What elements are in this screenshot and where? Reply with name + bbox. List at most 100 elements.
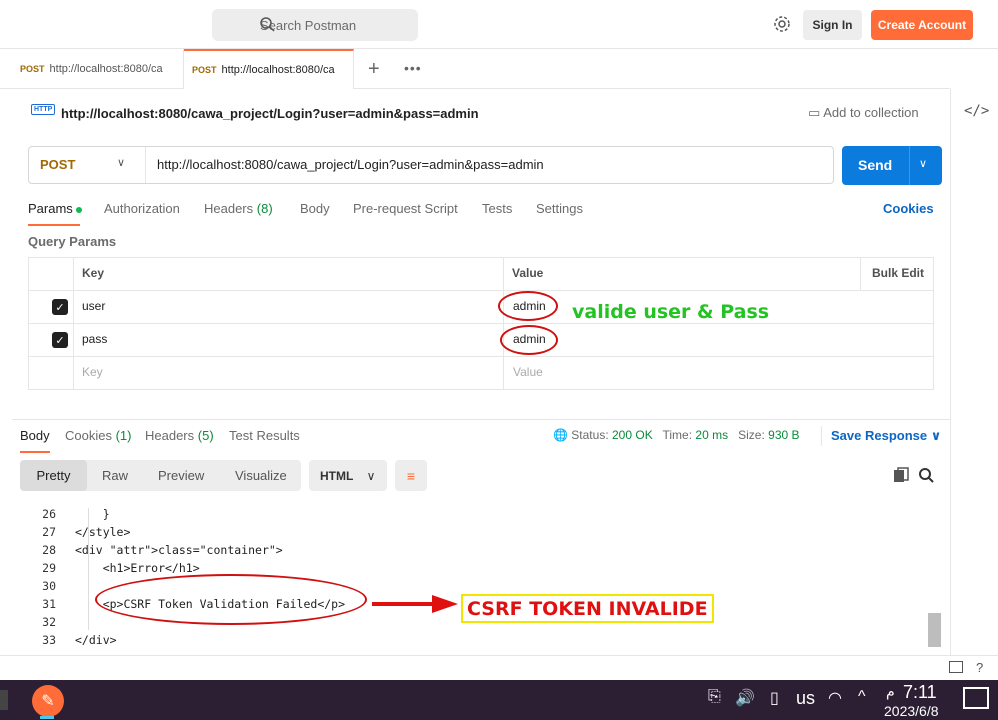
- chevron-down-icon: ∨: [930, 428, 942, 443]
- param-checkbox[interactable]: ✓: [52, 299, 68, 315]
- view-visualize[interactable]: Visualize: [235, 460, 287, 491]
- annotation-valid-credentials: valide user & Pass: [572, 301, 770, 323]
- clock-time[interactable]: 7:11: [903, 682, 937, 703]
- tab-response-cookies[interactable]: Cookies (1): [65, 428, 131, 443]
- highlight-circle: [498, 291, 558, 321]
- divider: [503, 257, 504, 390]
- format-label: HTML: [320, 468, 354, 483]
- tab-settings[interactable]: Settings: [536, 201, 583, 216]
- time-value: 20 ms: [695, 428, 729, 442]
- tab-tests[interactable]: Tests: [482, 201, 512, 216]
- tab-headers-label: Headers: [204, 201, 254, 216]
- add-to-collection-button[interactable]: ▭ Add to collection: [808, 105, 919, 121]
- view-pretty[interactable]: Pretty: [20, 460, 87, 491]
- view-preview[interactable]: Preview: [158, 460, 204, 491]
- search-icon[interactable]: [918, 467, 934, 483]
- chevron-down-icon[interactable]: ∨: [919, 157, 927, 170]
- param-key[interactable]: pass: [82, 332, 107, 346]
- tab-method: POST: [20, 64, 45, 74]
- code-line: <h1>Error</h1>: [75, 561, 200, 575]
- status-label: Status:: [571, 428, 609, 442]
- column-header-value: Value: [512, 266, 544, 280]
- status-value: 200 OK: [612, 428, 653, 442]
- url-input[interactable]: http://localhost:8080/cawa_project/Login…: [157, 157, 544, 172]
- headers-count: (5): [197, 428, 214, 443]
- divider: [145, 147, 146, 183]
- code-line: </div>: [75, 633, 117, 647]
- wifi-icon[interactable]: ◠: [828, 688, 842, 708]
- tab-test-results[interactable]: Test Results: [229, 428, 300, 443]
- scrollbar-thumb[interactable]: [928, 613, 941, 647]
- cookies-label: Cookies: [65, 428, 112, 443]
- copy-icon[interactable]: [893, 467, 909, 483]
- params-active-dot: [75, 206, 82, 213]
- http-icon: HTTP: [31, 104, 56, 115]
- param-checkbox[interactable]: ✓: [52, 332, 68, 348]
- line-number: 27: [42, 525, 56, 539]
- divider: [821, 426, 822, 446]
- volume-icon[interactable]: 🔊: [735, 688, 755, 708]
- param-key[interactable]: user: [82, 299, 105, 313]
- view-raw[interactable]: Raw: [102, 460, 128, 491]
- line-number: 30: [42, 579, 56, 593]
- tab-params[interactable]: Params: [28, 201, 82, 216]
- tab-body[interactable]: Body: [300, 201, 330, 216]
- sign-in-button[interactable]: Sign In: [803, 10, 862, 40]
- request-tab-active[interactable]: POST http://localhost:8080/ca: [184, 49, 354, 89]
- size-label: Size:: [738, 428, 765, 442]
- clock-ampm: م: [886, 683, 895, 699]
- code-line: </style>: [75, 525, 131, 539]
- new-param-key[interactable]: Key: [82, 365, 103, 379]
- column-header-key: Key: [82, 266, 105, 280]
- save-response-button[interactable]: Save Response ∨: [831, 428, 941, 444]
- right-sidebar: [950, 89, 998, 655]
- tab-method: POST: [192, 65, 217, 75]
- code-snippet-icon[interactable]: </>: [964, 103, 989, 119]
- postman-app-icon[interactable]: ✎: [32, 685, 64, 717]
- line-number: 26: [42, 507, 56, 521]
- help-icon[interactable]: ?: [976, 660, 983, 675]
- layout-icon[interactable]: [949, 661, 963, 673]
- chevron-up-icon[interactable]: ^: [858, 688, 866, 706]
- line-number: 33: [42, 633, 56, 647]
- search-input[interactable]: Search Postman: [212, 9, 418, 41]
- query-params-heading: Query Params: [28, 234, 117, 249]
- tab-title: http://localhost:8080/ca: [49, 63, 163, 75]
- request-tab[interactable]: POST http://localhost:8080/ca: [12, 49, 184, 89]
- tab-pre-request-script[interactable]: Pre-request Script: [353, 201, 458, 216]
- tab-response-body[interactable]: Body: [20, 428, 50, 443]
- format-select[interactable]: HTML ∨: [309, 460, 387, 491]
- divider: [28, 290, 934, 291]
- divider: [909, 146, 910, 185]
- create-account-button[interactable]: Create Account: [871, 10, 973, 40]
- taskbar-edge: [0, 690, 8, 710]
- phone-icon[interactable]: ▯: [770, 688, 779, 708]
- tab-headers[interactable]: Headers (8): [204, 201, 273, 216]
- bookmark-icon: ▭: [808, 105, 821, 120]
- method-select[interactable]: POST: [40, 157, 75, 172]
- clipboard-icon[interactable]: ⎘: [708, 688, 721, 706]
- send-label[interactable]: Send: [858, 157, 892, 173]
- gear-icon[interactable]: [772, 14, 792, 34]
- show-desktop-icon[interactable]: [963, 687, 989, 709]
- cookies-link[interactable]: Cookies: [883, 201, 934, 216]
- tab-response-headers[interactable]: Headers (5): [145, 428, 214, 443]
- keyboard-layout[interactable]: us: [796, 688, 815, 709]
- more-tabs-icon[interactable]: •••: [404, 60, 422, 76]
- clock-date[interactable]: 2023/6/8: [884, 703, 939, 719]
- wrap-lines-icon[interactable]: ≡: [395, 460, 427, 491]
- active-app-indicator: [40, 716, 54, 719]
- bulk-edit-button[interactable]: Bulk Edit: [872, 266, 924, 280]
- time-label: Time:: [662, 428, 693, 442]
- headers-count: (8): [256, 201, 273, 216]
- divider: [28, 323, 934, 324]
- tab-authorization[interactable]: Authorization: [104, 201, 180, 216]
- line-number: 32: [42, 615, 56, 629]
- highlight-circle: [500, 325, 558, 355]
- new-tab-icon[interactable]: +: [368, 58, 380, 81]
- search-icon: [260, 17, 275, 32]
- chevron-down-icon[interactable]: ∨: [117, 156, 125, 169]
- globe-icon[interactable]: 🌐: [553, 428, 568, 442]
- request-title[interactable]: http://localhost:8080/cawa_project/Login…: [61, 106, 479, 121]
- new-param-value[interactable]: Value: [513, 365, 543, 379]
